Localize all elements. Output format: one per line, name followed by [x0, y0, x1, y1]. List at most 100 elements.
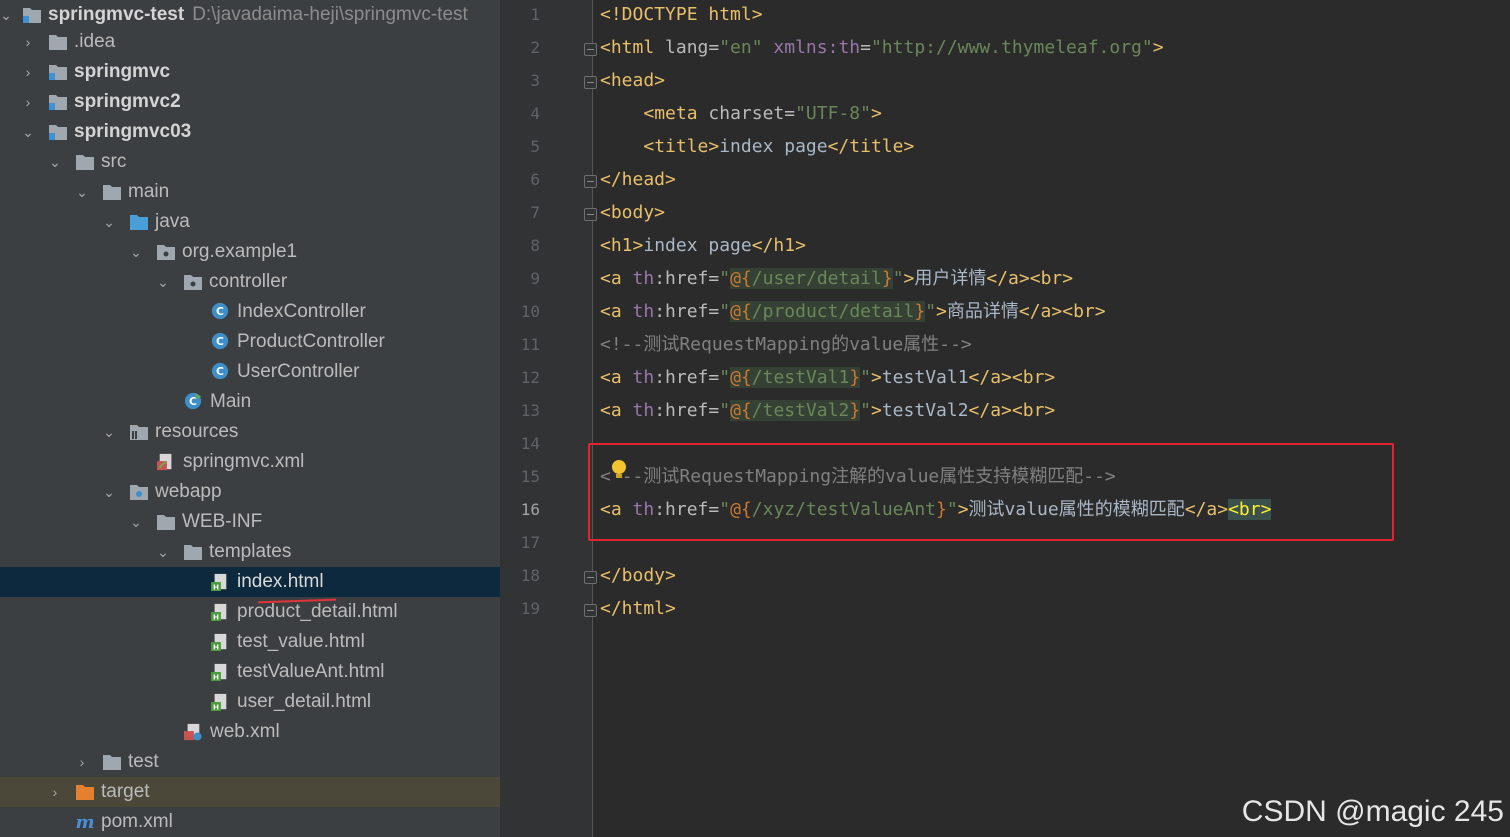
tree-item-root[interactable]: ⌄ springmvc-test D:\javadaima-heji\spring…: [0, 0, 500, 30]
editor-gutter[interactable]: 1 2 3 4 5 6 7 8 9 10 11 12 13 14 15 16 1…: [500, 0, 597, 837]
tree-item-main-class[interactable]: C Main: [0, 387, 500, 417]
project-tree[interactable]: ⌄ springmvc-test D:\javadaima-heji\spring…: [0, 0, 500, 837]
tree-item-label: web.xml: [210, 721, 280, 742]
code-line-3[interactable]: <head>: [600, 64, 665, 97]
tree-item-pom-xml[interactable]: m pom.xml: [0, 807, 500, 837]
tree-item-idea[interactable]: › .idea: [0, 27, 500, 57]
code-line-4[interactable]: <meta charset="UTF-8">: [600, 97, 881, 130]
tree-item-test-value-html[interactable]: H test_value.html: [0, 627, 500, 657]
tree-item-test-value-ant-html[interactable]: H testValueAnt.html: [0, 657, 500, 687]
tree-item-user-detail-html[interactable]: H user_detail.html: [0, 687, 500, 717]
tree-item-springmvc[interactable]: › springmvc: [0, 57, 500, 87]
svg-text:H: H: [213, 643, 219, 651]
java-class-icon: C: [211, 362, 229, 380]
maven-icon: m: [75, 813, 94, 831]
code-line-11[interactable]: <!--测试RequestMapping的value属性-->: [600, 328, 972, 361]
project-path: D:\javadaima-heji\springmvc-test: [192, 4, 468, 25]
line-number: 9: [530, 269, 540, 288]
svg-text:C: C: [216, 305, 224, 318]
spring-xml-icon: [157, 453, 172, 471]
html-file-icon: H: [211, 603, 227, 621]
code-line-8[interactable]: <h1>index page</h1>: [600, 229, 806, 262]
tree-item-product-detail-html[interactable]: H product_detail.html: [0, 597, 500, 627]
lightbulb-icon[interactable]: [612, 460, 626, 478]
chevron-down-icon[interactable]: ⌄: [128, 507, 144, 537]
code-line-18[interactable]: </body>: [600, 559, 676, 592]
line-number: 3: [530, 71, 540, 90]
package-icon: [157, 245, 175, 260]
svg-text:C: C: [216, 365, 224, 378]
code-line-19[interactable]: </html>: [600, 592, 676, 625]
line-number: 11: [520, 335, 540, 354]
chevron-right-icon[interactable]: ›: [20, 87, 36, 117]
code-line-13[interactable]: <a th:href="@{/testVal2}">testVal2</a><b…: [600, 394, 1055, 427]
tree-item-label: IndexController: [237, 301, 366, 322]
tree-item-label: WEB-INF: [182, 511, 263, 532]
folder-icon: [103, 185, 121, 200]
line-number: 2: [530, 38, 540, 57]
chevron-down-icon[interactable]: ⌄: [20, 117, 36, 147]
tree-item-src[interactable]: ⌄ src: [0, 147, 500, 177]
chevron-down-icon[interactable]: ⌄: [101, 207, 117, 237]
code-line-5[interactable]: <title>index page</title>: [600, 130, 914, 163]
tree-item-webapp[interactable]: ⌄ webapp: [0, 477, 500, 507]
chevron-down-icon[interactable]: ⌄: [155, 537, 171, 567]
line-number: 15: [520, 467, 540, 486]
chevron-right-icon[interactable]: ›: [47, 777, 63, 807]
chevron-down-icon[interactable]: ⌄: [74, 177, 90, 207]
code-line-12[interactable]: <a th:href="@{/testVal1}">testVal1</a><b…: [600, 361, 1055, 394]
chevron-down-icon[interactable]: ⌄: [101, 477, 117, 507]
tree-item-web-xml[interactable]: web.xml: [0, 717, 500, 747]
tree-item-main[interactable]: ⌄ main: [0, 177, 500, 207]
line-number: 6: [530, 170, 540, 189]
tree-item-web-inf[interactable]: ⌄ WEB-INF: [0, 507, 500, 537]
tree-item-package[interactable]: ⌄ org.example1: [0, 237, 500, 267]
chevron-down-icon[interactable]: ⌄: [47, 147, 63, 177]
tree-item-target[interactable]: › target: [0, 777, 500, 807]
tree-item-label: main: [128, 181, 170, 202]
code-line-2[interactable]: <html lang="en" xmlns:th="http://www.thy…: [600, 31, 1164, 64]
tree-item-resources[interactable]: ⌄ resources: [0, 417, 500, 447]
tree-item-springmvc03[interactable]: ⌄ springmvc03: [0, 117, 500, 147]
code-line-6[interactable]: </head>: [600, 163, 676, 196]
folder-icon: [49, 35, 67, 50]
tree-item-springmvc-xml[interactable]: springmvc.xml: [0, 447, 500, 477]
tree-item-label: src: [101, 151, 127, 172]
package-icon: [184, 275, 202, 290]
code-line-10[interactable]: <a th:href="@{/product/detail}">商品详情</a>…: [600, 295, 1106, 328]
svg-text:H: H: [213, 703, 219, 711]
code-editor[interactable]: <!DOCTYPE html> <html lang="en" xmlns:th…: [593, 0, 1510, 837]
tree-item-java[interactable]: ⌄ java: [0, 207, 500, 237]
svg-text:C: C: [216, 335, 224, 348]
line-number: 5: [530, 137, 540, 156]
line-number: 10: [520, 302, 540, 321]
module-folder-icon: [49, 125, 67, 140]
tree-item-label: Main: [210, 391, 252, 412]
tree-item-springmvc2[interactable]: › springmvc2: [0, 87, 500, 117]
line-number: 4: [530, 104, 540, 123]
code-line-7[interactable]: <body>: [600, 196, 665, 229]
chevron-down-icon[interactable]: ⌄: [101, 417, 117, 447]
tree-item-user-controller[interactable]: C UserController: [0, 357, 500, 387]
tree-item-index-controller[interactable]: C IndexController: [0, 297, 500, 327]
tree-item-product-controller[interactable]: C ProductController: [0, 327, 500, 357]
tree-item-label: index.html: [237, 571, 324, 592]
tree-item-index-html[interactable]: H index.html: [0, 567, 500, 597]
tree-item-templates[interactable]: ⌄ templates: [0, 537, 500, 567]
tree-item-test[interactable]: › test: [0, 747, 500, 777]
chevron-down-icon[interactable]: ⌄: [155, 267, 171, 297]
code-line-1[interactable]: <!DOCTYPE html>: [600, 0, 763, 31]
chevron-down-icon[interactable]: ⌄: [128, 237, 144, 267]
code-line-9[interactable]: <a th:href="@{/user/detail}">用户详情</a><br…: [600, 262, 1073, 295]
annotation-highlight-box: [588, 443, 1394, 541]
chevron-right-icon[interactable]: ›: [20, 57, 36, 87]
chevron-right-icon[interactable]: ›: [20, 27, 36, 57]
line-number: 12: [520, 368, 540, 387]
tree-item-controller[interactable]: ⌄ controller: [0, 267, 500, 297]
chevron-right-icon[interactable]: ›: [74, 747, 90, 777]
resources-folder-icon: [130, 425, 148, 440]
folder-icon: [103, 755, 121, 770]
line-number: 19: [520, 599, 540, 618]
line-number: 14: [520, 434, 540, 453]
chevron-down-icon[interactable]: ⌄: [0, 0, 14, 30]
